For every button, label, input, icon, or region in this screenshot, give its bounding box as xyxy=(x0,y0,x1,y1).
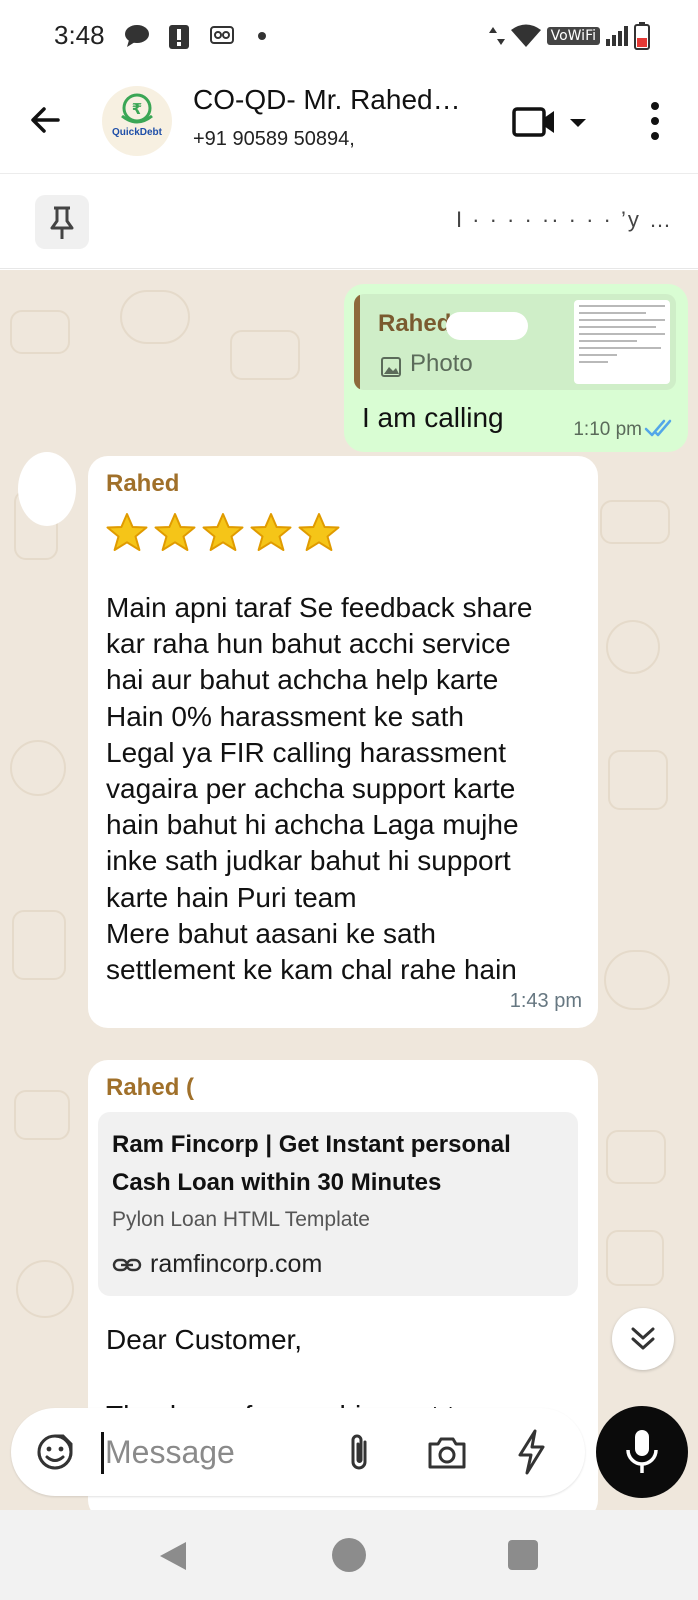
reply-photo-thumbnail[interactable] xyxy=(574,300,670,384)
back-arrow-icon[interactable] xyxy=(26,100,66,140)
sender-name[interactable]: Rahed ( xyxy=(106,1074,194,1102)
link-preview-url[interactable]: ramfincorp.com xyxy=(150,1250,322,1279)
contact-avatar[interactable]: ₹ QuickDebt xyxy=(102,86,172,156)
wallpaper-doodle xyxy=(600,500,670,544)
nav-back-icon[interactable] xyxy=(158,1540,188,1572)
photo-icon xyxy=(381,357,401,377)
nav-home-icon[interactable] xyxy=(332,1538,366,1572)
battery-icon xyxy=(634,22,650,50)
wallpaper-doodle xyxy=(608,750,668,810)
reply-sender-name: Rahed xyxy=(378,310,452,337)
status-time: 3:48 xyxy=(54,20,105,50)
wallpaper-doodle xyxy=(604,950,670,1010)
star-icon xyxy=(250,513,292,551)
text-cursor xyxy=(101,1432,104,1474)
outgoing-message-time: 1:10 pm xyxy=(573,419,642,440)
sender-avatar[interactable] xyxy=(18,452,76,526)
sticker-emoji-icon[interactable] xyxy=(33,1430,77,1474)
outgoing-message-text: I am calling xyxy=(362,402,504,433)
data-arrows-icon xyxy=(488,27,505,45)
wallpaper-doodle xyxy=(120,290,190,344)
wallpaper-doodle xyxy=(12,910,66,980)
thumbnail-text-line xyxy=(579,305,665,307)
wallpaper-doodle xyxy=(606,620,660,674)
thumbnail-text-line xyxy=(579,354,618,356)
incoming-message-bubble[interactable]: Rahed Main apni taraf Se feedback share … xyxy=(88,456,598,1028)
avatar-logo-text: QuickDebt xyxy=(111,127,162,138)
pinned-message-text: I · · · · ·· · · · ’y … xyxy=(455,207,673,232)
chat-header: ₹ QuickDebt CO-QD- Mr. Rahed… +91 90589 … xyxy=(0,70,698,174)
overflow-menu-icon[interactable] xyxy=(640,98,670,144)
wifi-icon xyxy=(510,24,541,47)
chat-subtitle[interactable]: +91 90589 50894, xyxy=(193,128,355,151)
link-preview-card[interactable]: Ram Fincorp | Get Instant personal Cash … xyxy=(98,1112,578,1296)
star-icon xyxy=(202,513,244,551)
attachment-icon[interactable] xyxy=(341,1430,377,1474)
status-right-group: VoWiFi xyxy=(488,22,650,50)
thumbnail-text-line xyxy=(579,333,665,335)
quickdebt-logo-icon: ₹ xyxy=(121,93,153,124)
redacted-name-mask xyxy=(446,312,528,340)
pinned-message-bar[interactable]: I · · · · ·· · · · ’y … xyxy=(0,175,698,269)
thumbnail-text-line xyxy=(579,326,656,328)
thumbnail-text-line xyxy=(579,340,637,342)
reply-quote[interactable]: Rahed Photo xyxy=(354,294,676,390)
sender-name[interactable]: Rahed xyxy=(106,470,179,498)
message-compose-bar xyxy=(11,1408,585,1496)
message-greeting: Dear Customer, xyxy=(106,1324,303,1355)
chat-notification-icon xyxy=(125,25,149,47)
chat-title[interactable]: CO-QD- Mr. Rahed… xyxy=(193,84,461,116)
message-input[interactable] xyxy=(105,1428,315,1476)
star-icon xyxy=(298,513,340,551)
link-icon xyxy=(112,1258,142,1272)
system-navigation-bar xyxy=(0,1510,698,1600)
wallpaper-doodle xyxy=(14,1090,70,1140)
wallpaper-doodle xyxy=(230,330,300,380)
read-receipt-icon xyxy=(644,419,672,437)
camera-icon[interactable] xyxy=(425,1430,469,1474)
wallpaper-doodle xyxy=(10,740,66,796)
nav-recents-icon[interactable] xyxy=(508,1540,538,1570)
more-notifications-icon xyxy=(258,32,266,40)
microphone-icon xyxy=(626,1430,658,1473)
signal-icon xyxy=(606,26,628,46)
voice-message-button[interactable] xyxy=(596,1406,688,1498)
star-rating xyxy=(106,512,340,554)
star-icon xyxy=(154,513,196,551)
reply-photo-label: Photo xyxy=(410,350,473,377)
redacted-name-mask xyxy=(198,1072,370,1102)
pin-icon-container xyxy=(35,195,89,249)
link-preview-title: Ram Fincorp | Get Instant personal Cash … xyxy=(112,1131,511,1196)
wallpaper-doodle xyxy=(606,1130,666,1184)
pin-icon xyxy=(50,206,74,239)
quick-reply-bolt-icon[interactable] xyxy=(513,1428,549,1476)
outgoing-message-bubble[interactable]: Rahed Photo I am calling 1:10 pm xyxy=(344,284,688,452)
incoming-message-text: Main apni taraf Se feedback share kar ra… xyxy=(106,592,533,986)
status-bar: 3:48 VoWiFi xyxy=(0,0,698,70)
chat-area[interactable]: Rahed Photo I am calling 1:10 pm Rahed M… xyxy=(0,270,698,1510)
alert-notification-icon xyxy=(169,25,189,49)
thumbnail-text-line xyxy=(579,312,647,314)
vowifi-badge: VoWiFi xyxy=(546,27,600,45)
wallpaper-doodle xyxy=(16,1260,74,1318)
link-preview-subtitle: Pylon Loan HTML Template xyxy=(112,1208,370,1231)
svg-text:₹: ₹ xyxy=(132,100,142,118)
reply-quote-bar xyxy=(354,294,360,390)
wallpaper-doodle xyxy=(606,1230,664,1286)
incoming-message-time: 1:43 pm xyxy=(509,990,582,1012)
thumbnail-text-line xyxy=(579,361,608,363)
thumbnail-text-line xyxy=(579,347,661,349)
wallpaper-doodle xyxy=(10,310,70,354)
video-call-icon[interactable] xyxy=(512,100,592,144)
star-icon xyxy=(106,513,148,551)
thumbnail-text-line xyxy=(579,319,665,321)
double-chevron-down-icon xyxy=(631,1327,655,1350)
scroll-to-bottom-button[interactable] xyxy=(612,1308,674,1370)
voicemail-icon xyxy=(210,26,234,44)
